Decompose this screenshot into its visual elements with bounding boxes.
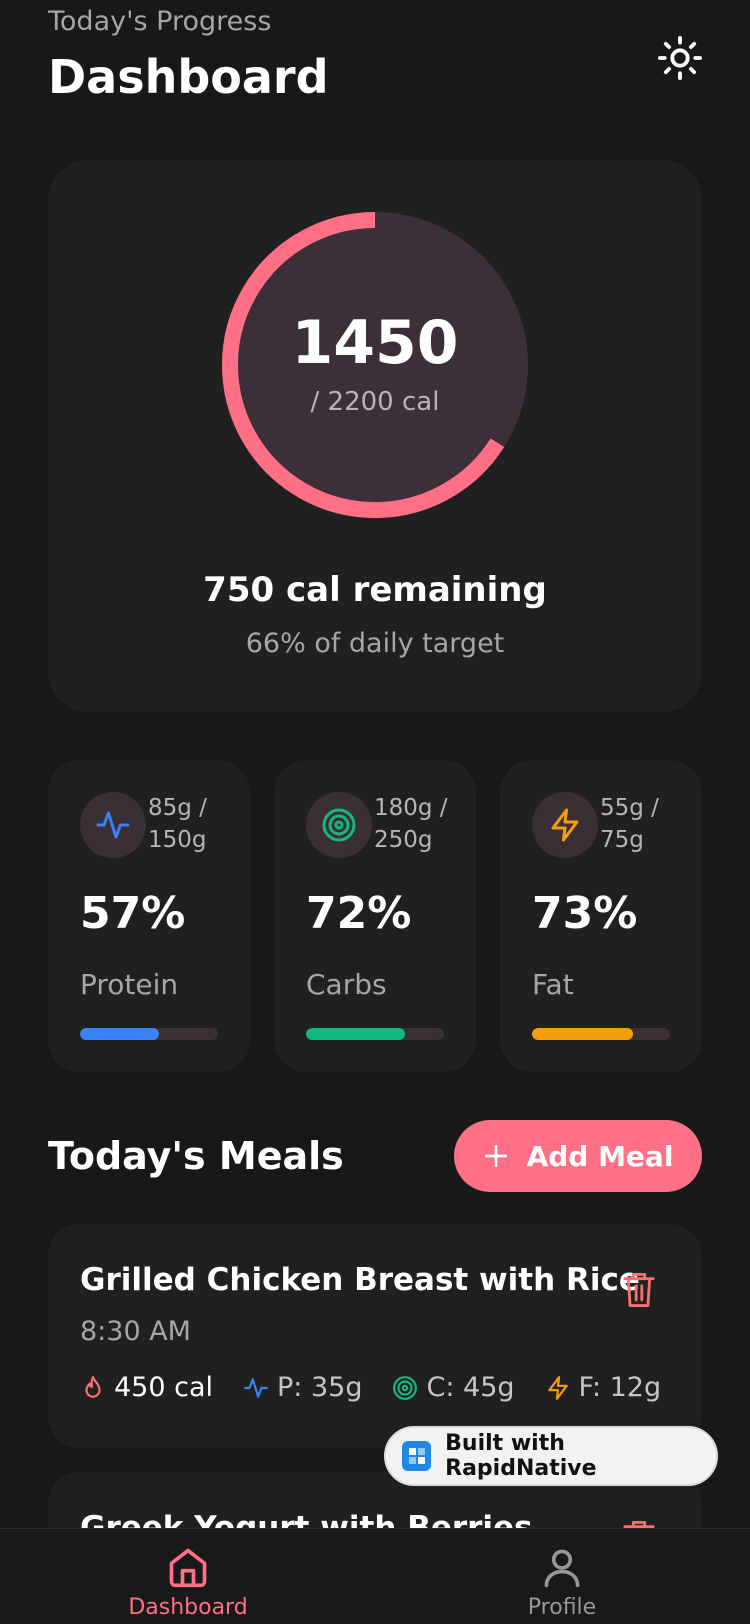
- tab-dashboard[interactable]: Dashboard: [88, 1545, 288, 1624]
- meal-time: 8:30 AM: [80, 1316, 191, 1347]
- pulse-icon: [244, 1377, 268, 1398]
- tab-label: Dashboard: [128, 1595, 248, 1620]
- meal-fat-text: F: 12g: [578, 1372, 662, 1403]
- target-icon: [322, 808, 356, 842]
- calorie-ring: 1450 / 2200 cal: [214, 204, 536, 526]
- home-icon: [169, 1548, 207, 1588]
- macro-progress-fill: [532, 1028, 633, 1040]
- calorie-ring-center: 1450 / 2200 cal: [214, 204, 536, 526]
- macro-progress-bar: [80, 1028, 218, 1040]
- macro-name: Protein: [80, 968, 179, 1001]
- macro-progress-bar: [306, 1028, 444, 1040]
- macro-icon-wrap: [532, 792, 598, 858]
- meals-header: Today's Meals Add Meal: [48, 1118, 702, 1192]
- plus-icon: [484, 1144, 507, 1168]
- macro-name: Carbs: [306, 968, 387, 1001]
- macro-card-fat[interactable]: 55g / 75g 73% Fat: [500, 760, 702, 1072]
- meal-calories-text: 450 cal: [114, 1372, 214, 1403]
- bolt-icon: [551, 808, 579, 842]
- rapidnative-logo-icon: [402, 1441, 432, 1471]
- sun-icon: [657, 35, 703, 81]
- delete-meal-button[interactable]: [622, 1270, 656, 1310]
- rapidnative-logo-mark: [408, 1448, 425, 1464]
- macro-percent: 73%: [532, 888, 638, 939]
- add-meal-label: Add Meal: [526, 1139, 674, 1173]
- meals-title: Today's Meals: [48, 1134, 344, 1178]
- meal-calories: 450 cal: [80, 1372, 213, 1403]
- calories-percent: 66% of daily target: [245, 628, 505, 659]
- calories-remaining: 750 cal remaining: [203, 570, 547, 610]
- macro-percent: 72%: [306, 888, 412, 939]
- meal-name: Grilled Chicken Breast with Rice: [80, 1262, 640, 1298]
- macro-amount: 55g / 75g: [600, 795, 659, 853]
- calories-goal: / 2200 cal: [310, 387, 440, 417]
- macro-icon-wrap: [306, 792, 372, 858]
- macro-progress-fill: [306, 1028, 406, 1040]
- tab-profile[interactable]: Profile: [462, 1545, 662, 1624]
- macro-progress-fill: [80, 1028, 159, 1040]
- page-subtitle: Today's Progress: [48, 6, 272, 37]
- meal-fat: F: 12g: [545, 1372, 662, 1403]
- meal-carbs-text: C: 45g: [426, 1372, 515, 1403]
- meal-protein: P: 35g: [243, 1372, 362, 1403]
- bolt-icon: [547, 1375, 568, 1400]
- bottom-tab-bar: Dashboard Profile: [0, 1528, 750, 1624]
- macro-amount: 180g / 250g: [374, 795, 448, 853]
- user-icon: [544, 1549, 580, 1588]
- add-meal-button[interactable]: Add Meal: [454, 1120, 702, 1192]
- macro-amount: 85g / 150g: [148, 795, 207, 853]
- macro-card-protein[interactable]: 85g / 150g 57% Protein: [48, 760, 250, 1072]
- macro-progress-bar: [532, 1028, 670, 1040]
- macro-cards: 85g / 150g 57% Protein 180g / 250g 72% C…: [48, 760, 702, 1072]
- macro-percent: 57%: [80, 888, 186, 939]
- flame-icon: [85, 1375, 101, 1398]
- target-icon: [393, 1375, 418, 1400]
- meal-protein-text: P: 35g: [277, 1372, 363, 1403]
- pulse-icon: [96, 811, 130, 839]
- macro-name: Fat: [532, 968, 574, 1001]
- tab-label: Profile: [527, 1595, 597, 1620]
- header: Today's Progress Dashboard: [48, 0, 708, 120]
- theme-toggle-button[interactable]: [652, 30, 708, 86]
- meal-card[interactable]: Grilled Chicken Breast with Rice 8:30 AM…: [48, 1224, 702, 1448]
- built-with-badge[interactable]: Built with RapidNative: [384, 1426, 718, 1486]
- calorie-summary-card: 1450 / 2200 cal 750 cal remaining 66% of…: [48, 160, 702, 712]
- meal-carbs: C: 45g: [392, 1372, 515, 1403]
- calories-consumed: 1450: [291, 308, 459, 378]
- meal-stats: 450 cal P: 35g C: 45g F: 12g: [80, 1372, 661, 1403]
- badge-label: Built with RapidNative: [445, 1431, 597, 1481]
- macro-icon-wrap: [80, 792, 146, 858]
- macro-card-carbs[interactable]: 180g / 250g 72% Carbs: [274, 760, 476, 1072]
- trash-icon: [623, 1273, 655, 1308]
- page-title: Dashboard: [48, 50, 329, 104]
